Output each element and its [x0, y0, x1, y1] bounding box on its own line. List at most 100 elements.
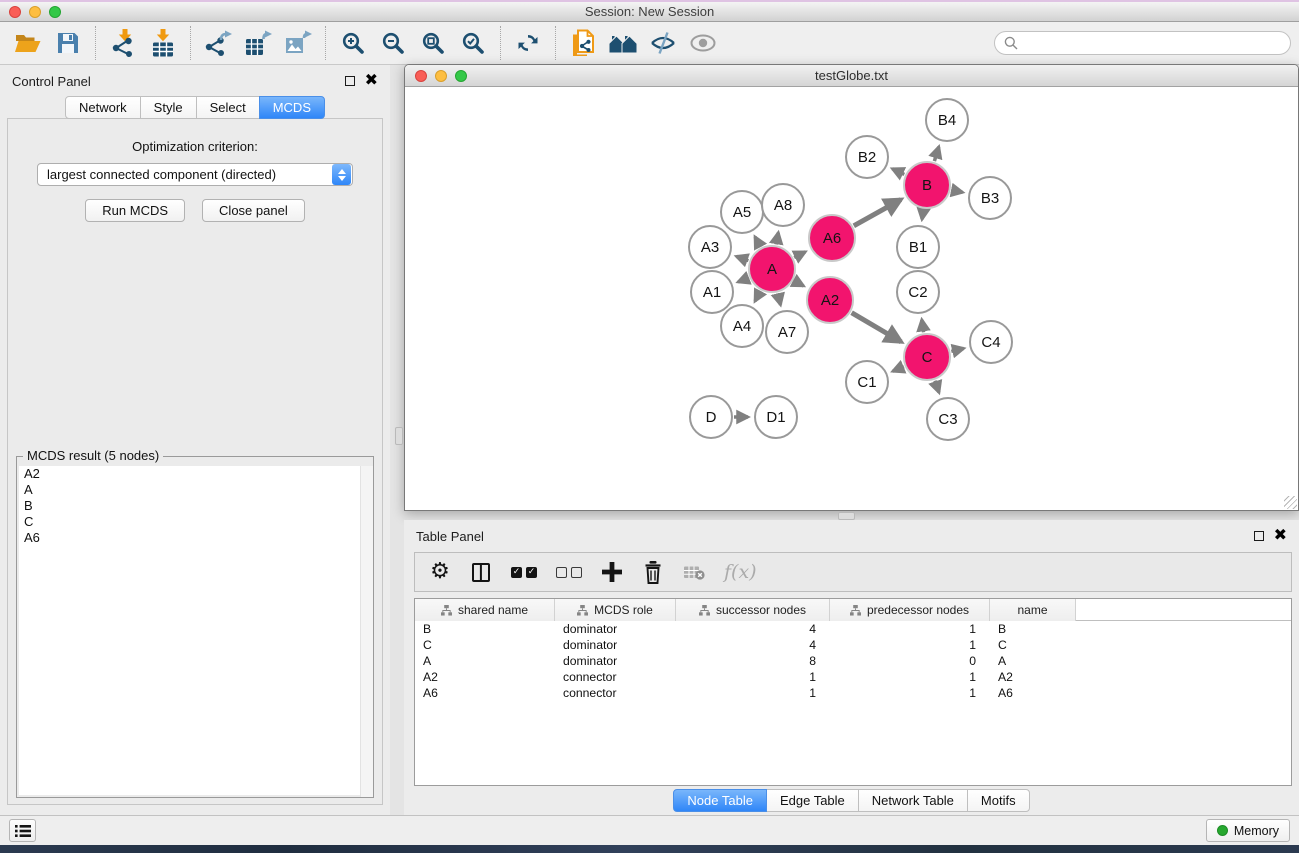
edge-A-A1[interactable] [738, 278, 749, 282]
close-panel-icon[interactable]: ✖ [365, 76, 378, 86]
graph-node-A8[interactable]: A8 [762, 184, 804, 226]
edge-B-B2[interactable] [892, 169, 904, 175]
table-row-b[interactable]: Bdominator41B [415, 621, 1291, 637]
open-network-file-button[interactable] [566, 25, 600, 61]
table-settings-button[interactable]: ⚙ [429, 559, 451, 585]
column-header-shared-name[interactable]: shared name [415, 599, 555, 621]
column-header-predecessor-nodes[interactable]: predecessor nodes [830, 599, 990, 621]
maximize-window-button[interactable] [49, 6, 61, 18]
home-button[interactable] [606, 25, 640, 61]
edge-C-C3[interactable] [935, 381, 939, 393]
graph-node-A4[interactable]: A4 [721, 305, 763, 347]
graph-node-B2[interactable]: B2 [846, 136, 888, 178]
criterion-select[interactable]: largest connected component (directed) [37, 163, 353, 186]
float-table-panel-icon[interactable] [1254, 531, 1264, 541]
show-hide-panel-button[interactable] [686, 25, 720, 61]
edge-C-C1[interactable] [893, 367, 904, 372]
refresh-view-button[interactable] [511, 25, 545, 61]
graph-node-B[interactable]: B [904, 162, 950, 208]
edge-A-A6[interactable] [794, 252, 805, 258]
edge-A2-C[interactable] [852, 313, 902, 342]
edge-C-C2[interactable] [922, 320, 924, 333]
graph-node-D[interactable]: D [690, 396, 732, 438]
graph-node-A2[interactable]: A2 [807, 277, 853, 323]
column-header-mcds-role[interactable]: MCDS role [555, 599, 676, 621]
vertical-splitter-handle[interactable] [395, 427, 403, 445]
horizontal-splitter-handle[interactable] [838, 512, 855, 520]
result-item-c[interactable]: C [19, 514, 371, 530]
table-row-a2[interactable]: A2connector11A2 [415, 669, 1291, 685]
import-network-button[interactable] [106, 25, 140, 61]
search-box[interactable] [994, 31, 1291, 55]
edge-A6-B[interactable] [854, 200, 901, 226]
add-column-button[interactable] [601, 559, 623, 585]
table-row-a6[interactable]: A6connector11A6 [415, 685, 1291, 701]
graph-node-A6[interactable]: A6 [809, 215, 855, 261]
split-view-button[interactable] [470, 559, 492, 585]
select-all-button[interactable]: ✓✓ [511, 559, 537, 585]
toggle-graphics-details-button[interactable] [646, 25, 680, 61]
result-item-a6[interactable]: A6 [19, 530, 371, 546]
window-resize-grip[interactable] [1284, 496, 1297, 509]
export-network-button[interactable] [201, 25, 235, 61]
graph-node-C3[interactable]: C3 [927, 398, 969, 440]
task-history-button[interactable] [9, 819, 36, 842]
graph-node-C[interactable]: C [904, 334, 950, 380]
graph-node-C2[interactable]: C2 [897, 271, 939, 313]
graph-node-A[interactable]: A [749, 246, 795, 292]
zoom-fit-button[interactable] [416, 25, 450, 61]
column-header-successor-nodes[interactable]: successor nodes [676, 599, 830, 621]
save-session-button[interactable] [51, 25, 85, 61]
graph-node-C4[interactable]: C4 [970, 321, 1012, 363]
result-item-a2[interactable]: A2 [19, 466, 371, 482]
float-panel-icon[interactable] [345, 76, 355, 86]
network-maximize-button[interactable] [455, 70, 467, 82]
edge-A-A8[interactable] [776, 233, 778, 245]
result-item-b[interactable]: B [19, 498, 371, 514]
app-titlebar[interactable]: Session: New Session [0, 0, 1299, 22]
graph-node-B3[interactable]: B3 [969, 177, 1011, 219]
export-table-button[interactable] [241, 25, 275, 61]
edge-A-A2[interactable] [794, 281, 804, 286]
result-list-scrollbar[interactable] [360, 466, 373, 797]
tab-edge-table[interactable]: Edge Table [766, 789, 859, 812]
table-row-a[interactable]: Adominator80A [415, 653, 1291, 669]
graph-node-B1[interactable]: B1 [897, 226, 939, 268]
import-table-button[interactable] [146, 25, 180, 61]
edge-B-B1[interactable] [922, 210, 923, 220]
edge-A-A4[interactable] [755, 291, 760, 301]
network-close-button[interactable] [415, 70, 427, 82]
edge-A-A3[interactable] [736, 256, 748, 260]
export-image-button[interactable] [281, 25, 315, 61]
tab-mcds[interactable]: MCDS [259, 96, 325, 119]
column-header-name[interactable]: name [990, 599, 1076, 621]
edge-B-B4[interactable] [934, 147, 938, 161]
graph-node-A7[interactable]: A7 [766, 311, 808, 353]
edge-A-A7[interactable] [778, 293, 781, 305]
result-item-a[interactable]: A [19, 482, 371, 498]
tab-node-table[interactable]: Node Table [673, 789, 767, 812]
graph-node-A1[interactable]: A1 [691, 271, 733, 313]
tab-network-table[interactable]: Network Table [858, 789, 968, 812]
run-mcds-button[interactable]: Run MCDS [85, 199, 185, 222]
memory-button[interactable]: Memory [1206, 819, 1290, 842]
graph-node-A3[interactable]: A3 [689, 226, 731, 268]
open-session-button[interactable] [11, 25, 45, 61]
graph-node-A5[interactable]: A5 [721, 191, 763, 233]
edge-A-A5[interactable] [755, 237, 760, 247]
zoom-out-button[interactable] [376, 25, 410, 61]
network-minimize-button[interactable] [435, 70, 447, 82]
tab-motifs[interactable]: Motifs [967, 789, 1030, 812]
minimize-window-button[interactable] [29, 6, 41, 18]
deselect-all-button[interactable] [556, 559, 582, 585]
table-row-c[interactable]: Cdominator41C [415, 637, 1291, 653]
graph-node-C1[interactable]: C1 [846, 361, 888, 403]
graph-node-B4[interactable]: B4 [926, 99, 968, 141]
tab-select[interactable]: Select [196, 96, 260, 119]
zoom-in-button[interactable] [336, 25, 370, 61]
zoom-selected-button[interactable] [456, 25, 490, 61]
tab-style[interactable]: Style [140, 96, 197, 119]
edge-C-C4[interactable] [951, 348, 963, 351]
close-window-button[interactable] [9, 6, 21, 18]
network-window-titlebar[interactable]: testGlobe.txt [405, 65, 1298, 87]
